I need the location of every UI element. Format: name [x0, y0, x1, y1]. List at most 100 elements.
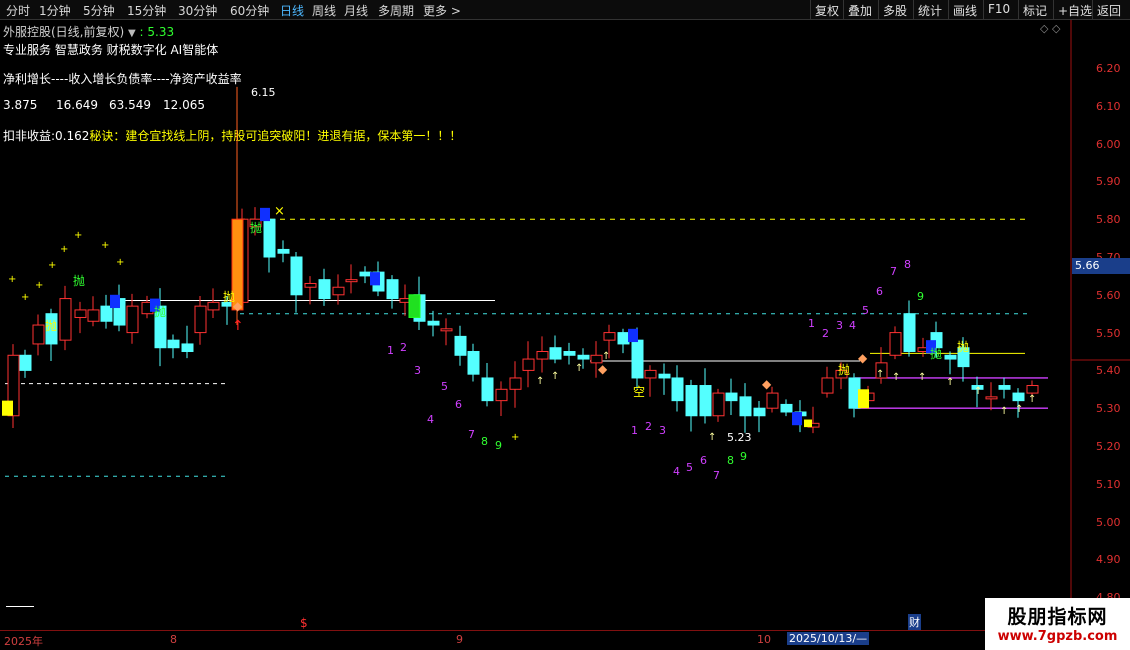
tab-30min[interactable]: 30分钟 [178, 2, 217, 19]
watermark-logo: 股朋指标网 www.7gpzb.com [985, 598, 1130, 650]
date-axis: 2025年 8 9 10 2025/10/13/— [0, 630, 1130, 650]
tab-fenshi[interactable]: 分时 [6, 2, 30, 19]
green-signal-bar [408, 294, 421, 318]
multi-stock-button[interactable]: 多股 [878, 0, 911, 20]
count-digit: 3 [836, 319, 843, 332]
count-digit: 2 [822, 327, 829, 340]
candle-body [739, 396, 752, 417]
candle-body [699, 385, 712, 417]
plus-marker: + [74, 230, 82, 241]
candle-body [780, 403, 793, 413]
candle-body [207, 301, 220, 311]
plus-marker: + [21, 292, 29, 303]
candle-body [617, 332, 630, 345]
mark-button[interactable]: 标记 [1018, 0, 1051, 20]
candle-body [753, 407, 766, 417]
tab-multi-period[interactable]: 多周期 [378, 2, 414, 19]
candle-body [263, 218, 276, 258]
small-arrow-icon: ↑ [708, 432, 716, 443]
candle-body [725, 392, 738, 402]
candle-body [944, 354, 957, 360]
blue-volume-block [110, 294, 120, 309]
candle-body [563, 351, 576, 356]
candle-body [32, 324, 45, 345]
small-arrow-icon: ↑ [551, 371, 559, 382]
price-tick-label: 5.30 [1096, 402, 1121, 416]
plus-marker: + [60, 244, 68, 255]
plus-marker: + [35, 280, 43, 291]
candle-body [644, 369, 657, 379]
price-tick-label: 5.90 [1096, 175, 1121, 189]
draw-line-button[interactable]: 画线 [948, 0, 981, 20]
year-label: 2025年 [4, 635, 43, 648]
small-arrow-icon: ↑ [1000, 406, 1008, 417]
count-digit: 9 [495, 439, 502, 452]
price-tick-label: 5.20 [1096, 440, 1121, 453]
candle-body [712, 392, 725, 417]
sell-signal-7: 抛 [930, 347, 943, 361]
tab-more[interactable]: 更多 > [423, 2, 461, 19]
month-8-label: 8 [170, 633, 177, 646]
candle-body [903, 313, 916, 353]
plus-marker: + [8, 274, 16, 285]
candle-body [318, 279, 331, 300]
tab-1min[interactable]: 1分钟 [39, 2, 71, 19]
candle-body [194, 305, 207, 334]
overlay-button[interactable]: 叠加 [843, 0, 876, 20]
empty-signal: 空 [633, 385, 646, 399]
tab-15min[interactable]: 15分钟 [127, 2, 166, 19]
candle-body [603, 332, 616, 341]
back-button[interactable]: 返回 [1092, 0, 1125, 20]
candle-body [1012, 392, 1025, 402]
count-digit: 5 [686, 461, 693, 474]
candle-body [167, 339, 180, 349]
candle-body [100, 305, 113, 322]
blue-volume-block [370, 272, 380, 286]
tab-60min[interactable]: 60分钟 [230, 2, 269, 19]
tab-daily[interactable]: 日线 [280, 2, 304, 19]
count-digit: 6 [876, 285, 883, 298]
yellow-bar-small [804, 419, 812, 428]
watermark-title: 股朋指标网 [1007, 606, 1108, 628]
yellow-bar-right [858, 389, 869, 409]
cursor-date: 2025/10/13/— [787, 632, 870, 645]
candlestick-chart[interactable]: 1 2345678 91 2 34 5678 9123 456789×↑+++++++++◆◆… [0, 20, 1130, 630]
candle-body [332, 286, 345, 296]
small-arrow-icon: ↑ [1028, 394, 1036, 405]
diamond-marker-icon: ◆ [598, 362, 608, 376]
tab-weekly[interactable]: 周线 [312, 2, 336, 19]
candle-body [998, 385, 1011, 390]
price-tick-label: 5.40 [1096, 364, 1121, 378]
statistics-button[interactable]: 统计 [913, 0, 946, 20]
count-digit: 5 [441, 380, 448, 393]
f10-button[interactable]: F10 [983, 0, 1014, 20]
candle-body [671, 377, 684, 402]
finance-report-marker[interactable]: 财 [908, 614, 921, 630]
tab-monthly[interactable]: 月线 [344, 2, 368, 19]
candle-body [481, 377, 494, 402]
legend-line [6, 606, 34, 607]
count-digit: 4 [849, 319, 856, 332]
candle-body [359, 271, 372, 277]
candle-body [181, 343, 194, 353]
yellow-bar-left [2, 400, 13, 416]
blue-volume-block [792, 411, 802, 426]
candle-body [345, 279, 358, 283]
add-watchlist-button[interactable]: +自选 [1053, 0, 1096, 20]
candle-body [304, 282, 317, 288]
count-digit: 4 [673, 465, 680, 478]
candle-body [631, 339, 644, 379]
tab-5min[interactable]: 5分钟 [83, 2, 115, 19]
candle-body [821, 377, 834, 394]
candle-body [454, 335, 467, 356]
price-tick-label: 5.80 [1096, 213, 1121, 227]
watermark-url: www.7gpzb.com [997, 629, 1118, 644]
dividend-marker[interactable]: $ [300, 616, 308, 630]
candle-body [74, 309, 87, 318]
small-arrow-icon: ↑ [892, 372, 900, 383]
candle-body [889, 332, 902, 356]
cross-icon: × [274, 204, 285, 219]
candle-body [427, 320, 440, 326]
restore-rights-button[interactable]: 复权 [810, 0, 843, 20]
low-price-label: 5.23 [727, 431, 752, 444]
